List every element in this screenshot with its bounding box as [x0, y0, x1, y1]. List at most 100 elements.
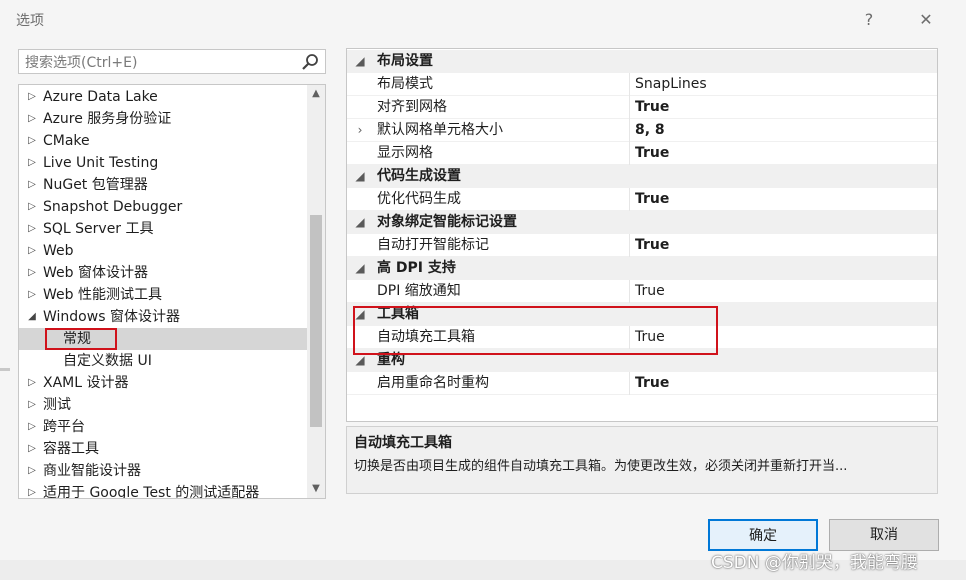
annotation-box-tree	[45, 328, 117, 350]
tree-item-label: 测试	[43, 397, 71, 413]
tree-item[interactable]: ▷ Snapshot Debugger	[19, 196, 307, 218]
property-name: DPI 缩放通知	[377, 283, 461, 299]
tree-item-label: SQL Server 工具	[43, 221, 154, 237]
tree-item[interactable]: ◢ Windows 窗体设计器	[19, 306, 307, 328]
watermark-text: CSDN @你别哭，我能弯腰	[711, 553, 918, 573]
property-category[interactable]: ◢ 对象绑定智能标记设置	[347, 211, 937, 234]
tree-item[interactable]: ▷ 商业智能设计器	[19, 460, 307, 482]
tree-item[interactable]: ▷ 容器工具	[19, 438, 307, 460]
collapsed-arrow-icon[interactable]: ▷	[25, 196, 39, 218]
scroll-down-icon[interactable]: ▼	[307, 480, 325, 498]
column-splitter	[629, 142, 630, 165]
tree-item-label: Azure 服务身份验证	[43, 111, 172, 127]
collapsed-arrow-icon[interactable]: ▷	[25, 284, 39, 306]
tree-item[interactable]: ▷ Live Unit Testing	[19, 152, 307, 174]
tree-item-label: 适用于 Google Test 的测试适配器	[43, 485, 260, 499]
collapsed-arrow-icon[interactable]: ▷	[25, 482, 39, 498]
tree-item-label: 跨平台	[43, 419, 85, 435]
property-value[interactable]: True	[635, 96, 669, 119]
collapse-arrow-icon[interactable]: ◢	[353, 257, 367, 280]
property-category[interactable]: ◢ 代码生成设置	[347, 165, 937, 188]
property-row[interactable]: DPI 缩放通知 True	[347, 280, 937, 303]
tree-item-label: NuGet 包管理器	[43, 177, 148, 193]
collapsed-arrow-icon[interactable]: ▷	[25, 438, 39, 460]
property-row[interactable]: 对齐到网格 True	[347, 96, 937, 119]
property-value[interactable]: True	[635, 234, 669, 257]
collapsed-arrow-icon[interactable]: ▷	[25, 86, 39, 108]
scroll-thumb[interactable]	[310, 215, 322, 427]
property-row[interactable]: › 默认网格单元格大小 8, 8	[347, 119, 937, 142]
property-category[interactable]: ◢ 高 DPI 支持	[347, 257, 937, 280]
collapsed-arrow-icon[interactable]: ▷	[25, 240, 39, 262]
tree-item-label: Web 性能测试工具	[43, 287, 162, 303]
cancel-button[interactable]: 取消	[829, 519, 939, 551]
scroll-up-icon[interactable]: ▲	[307, 85, 325, 103]
property-name: 启用重命名时重构	[377, 375, 489, 391]
tree-item[interactable]: ▷ Azure Data Lake	[19, 86, 307, 108]
property-description: 自动填充工具箱 切换是否由项目生成的组件自动填充工具箱。为使更改生效，必须关闭并…	[346, 426, 938, 494]
description-text: 切换是否由项目生成的组件自动填充工具箱。为使更改生效，必须关闭并重新打开当...	[354, 459, 848, 474]
property-category[interactable]: ◢ 布局设置	[347, 50, 937, 73]
tree-item[interactable]: ▷ 跨平台	[19, 416, 307, 438]
collapse-arrow-icon[interactable]: ◢	[353, 165, 367, 188]
tree-item[interactable]: ▷ Web 性能测试工具	[19, 284, 307, 306]
property-row[interactable]: 优化代码生成 True	[347, 188, 937, 211]
category-label: 高 DPI 支持	[377, 260, 456, 276]
description-title: 自动填充工具箱	[354, 435, 452, 451]
property-value[interactable]: 8, 8	[635, 119, 665, 142]
tree-item[interactable]: ▷ XAML 设计器	[19, 372, 307, 394]
property-value[interactable]: True	[635, 280, 665, 303]
tree-item[interactable]: ▷ CMake	[19, 130, 307, 152]
tree-item[interactable]: ▷ SQL Server 工具	[19, 218, 307, 240]
tree-item-label: Web	[43, 243, 74, 259]
tree-item-label: 容器工具	[43, 441, 99, 457]
collapsed-arrow-icon[interactable]: ▷	[25, 174, 39, 196]
tree-item[interactable]: ▷ Web 窗体设计器	[19, 262, 307, 284]
options-dialog: 选项 ? ✕ ▷Azure Data Lake▷Azure 服务身份验证▷CMa…	[0, 0, 966, 580]
collapsed-arrow-icon[interactable]: ▷	[25, 218, 39, 240]
tree-item[interactable]: ▷ Azure 服务身份验证	[19, 108, 307, 130]
property-row[interactable]: 自动打开智能标记 True	[347, 234, 937, 257]
property-row[interactable]: 布局模式 SnapLines	[347, 73, 937, 96]
search-icon[interactable]	[301, 53, 319, 71]
help-button[interactable]: ?	[855, 6, 883, 34]
collapsed-arrow-icon[interactable]: ▷	[25, 262, 39, 284]
ok-button[interactable]: 确定	[708, 519, 818, 551]
tree-item[interactable]: ▷ Web	[19, 240, 307, 262]
property-value[interactable]: True	[635, 142, 669, 165]
collapsed-arrow-icon[interactable]: ▷	[25, 152, 39, 174]
tree-item[interactable]: ▷ 测试	[19, 394, 307, 416]
expanded-arrow-icon[interactable]: ◢	[25, 306, 39, 328]
collapsed-arrow-icon[interactable]: ▷	[25, 460, 39, 482]
collapsed-arrow-icon[interactable]: ▷	[25, 416, 39, 438]
collapsed-arrow-icon[interactable]: ▷	[25, 130, 39, 152]
search-input[interactable]	[23, 52, 297, 73]
column-splitter	[629, 372, 630, 395]
property-value[interactable]: True	[635, 372, 669, 395]
dialog-title: 选项	[16, 13, 44, 29]
column-splitter	[629, 96, 630, 119]
tree-item[interactable]: ▷ NuGet 包管理器	[19, 174, 307, 196]
tree-item-label: Windows 窗体设计器	[43, 309, 180, 325]
tree-scrollbar[interactable]: ▲ ▼	[307, 85, 325, 498]
tree-item[interactable]: ▷ 适用于 Google Test 的测试适配器	[19, 482, 307, 499]
property-value[interactable]: SnapLines	[635, 73, 707, 96]
property-row[interactable]: 显示网格 True	[347, 142, 937, 165]
collapsed-arrow-icon[interactable]: ▷	[25, 394, 39, 416]
category-label: 对象绑定智能标记设置	[377, 214, 517, 230]
close-button[interactable]: ✕	[912, 6, 940, 34]
tree-item[interactable]: 自定义数据 UI	[19, 350, 307, 372]
column-splitter	[629, 234, 630, 257]
collapse-arrow-icon[interactable]: ◢	[353, 50, 367, 73]
collapse-arrow-icon[interactable]: ◢	[353, 211, 367, 234]
options-tree: ▷ Azure Data Lake ▷ Azure 服务身份验证 ▷ CMake ▷ Live…	[18, 84, 326, 499]
collapsed-arrow-icon[interactable]: ▷	[25, 108, 39, 130]
property-row[interactable]: 启用重命名时重构 True	[347, 372, 937, 395]
expand-arrow-icon[interactable]: ›	[353, 119, 367, 142]
property-grid: ◢ 布局设置 布局模式 SnapLines 对齐到网格 True › 默认网格单元格大小 8, …	[346, 48, 938, 422]
collapsed-arrow-icon[interactable]: ▷	[25, 372, 39, 394]
property-name: 对齐到网格	[377, 99, 447, 115]
property-value[interactable]: True	[635, 188, 669, 211]
tree-item-label: 商业智能设计器	[43, 463, 141, 479]
property-name: 显示网格	[377, 145, 433, 161]
